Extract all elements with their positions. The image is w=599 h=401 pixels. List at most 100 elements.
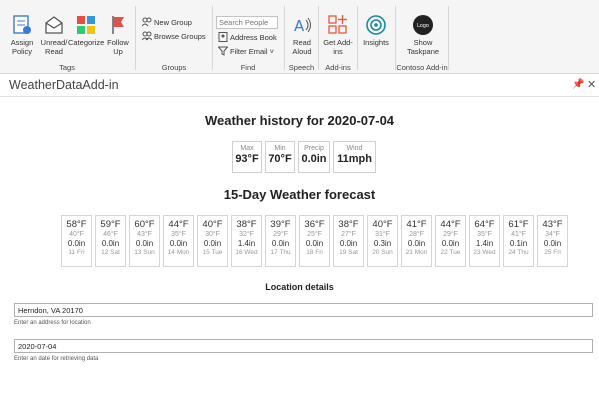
forecast-high-temp: 59°F: [100, 219, 121, 230]
forecast-date: 25 Fri: [544, 249, 561, 256]
forecast-precip: 0.3in: [373, 239, 392, 248]
forecast-day-card: 61°F 41°F 0.1in 24 Thu: [503, 215, 534, 267]
forecast-date: 19 Sat: [339, 249, 358, 256]
address-book-button[interactable]: Address Book: [218, 31, 277, 44]
forecast-low-temp: 28°F: [409, 231, 424, 238]
forecast-precip: 0.0in: [543, 239, 562, 248]
forecast-low-temp: 46°F: [103, 231, 118, 238]
stat-label: Precip: [304, 145, 324, 152]
forecast-low-temp: 35°F: [171, 231, 186, 238]
filter-email-button[interactable]: Filter Email ˅: [218, 45, 274, 58]
stat-max: Max 93°F: [232, 141, 262, 173]
read-aloud-icon: A: [294, 17, 311, 35]
follow-up-button[interactable]: Follow Up: [104, 14, 132, 56]
speech-group: A Read Aloud Speech: [285, 0, 318, 74]
stat-value: 70°F: [268, 153, 292, 165]
forecast-low-temp: 31°F: [375, 231, 390, 238]
forecast-low-temp: 27°F: [341, 231, 356, 238]
forecast-high-temp: 39°F: [270, 219, 291, 230]
forecast-precip: 0.0in: [135, 239, 154, 248]
stat-precip: Precip 0.0in: [298, 141, 330, 173]
forecast-high-temp: 43°F: [542, 219, 563, 230]
forecast-day-card: 36°F 25°F 0.0in 18 Fri: [299, 215, 330, 267]
forecast-high-temp: 38°F: [236, 219, 257, 230]
follow-up-label: Follow Up: [107, 38, 129, 56]
forecast-low-temp: 35°F: [477, 231, 492, 238]
search-people-input[interactable]: [216, 16, 278, 29]
new-group-button[interactable]: New Group: [142, 16, 192, 29]
logo-text: Logo: [417, 23, 429, 29]
categorize-button[interactable]: Categorize: [68, 14, 104, 47]
forecast-high-temp: 58°F: [66, 219, 87, 230]
forecast-date: 16 Wed: [235, 249, 258, 256]
forecast-low-temp: 43°F: [137, 231, 152, 238]
stat-label: Min: [274, 145, 286, 152]
forecast-date: 13 Sun: [134, 249, 155, 256]
stat-label: Wind: [346, 145, 363, 152]
forecast-day-card: 60°F 43°F 0.0in 13 Sun: [129, 215, 160, 267]
taskpane-content: Weather history for 2020-07-04 Max 93°F …: [0, 96, 599, 401]
forecast-low-temp: 32°F: [239, 231, 254, 238]
filter-icon: [218, 46, 228, 56]
forecast-title: 15-Day Weather forecast: [223, 187, 376, 202]
address-input[interactable]: [14, 303, 593, 317]
forecast-day-card: 44°F 35°F 0.0in 14 Mon: [163, 215, 194, 267]
location-title: Location details: [265, 282, 334, 292]
insights-button[interactable]: Insights: [358, 14, 394, 47]
unread-read-button[interactable]: Unread/ Read: [38, 14, 70, 56]
addins-group-label: Add-ins: [325, 63, 351, 72]
get-addins-icon: [328, 15, 347, 34]
forecast-date: 23 Wed: [473, 249, 496, 256]
forecast-date: 15 Tue: [202, 249, 223, 256]
contoso-group: Logo Show Taskpane Contoso Add-in: [396, 0, 448, 74]
forecast-high-temp: 41°F: [406, 219, 427, 230]
forecast-date: 14 Mon: [167, 249, 190, 256]
forecast-high-temp: 44°F: [168, 219, 189, 230]
stat-value: 11mph: [337, 153, 372, 165]
forecast-day-card: 41°F 28°F 0.0in 21 Mon: [401, 215, 432, 267]
taskpane-title: WeatherDataAdd-in: [9, 78, 119, 92]
assign-policy-button[interactable]: Assign Policy: [6, 14, 38, 56]
address-hint: Enter an address for location: [14, 320, 91, 326]
assign-policy-label: Assign Policy: [10, 38, 34, 56]
ribbon-separator: [448, 6, 449, 70]
pin-icon[interactable]: 📌: [572, 79, 584, 90]
date-input[interactable]: [14, 339, 593, 353]
show-taskpane-button[interactable]: Logo Show Taskpane: [400, 14, 446, 56]
forecast-date: 21 Mon: [405, 249, 428, 256]
forecast-day-card: 39°F 29°F 0.0in 17 Thu: [265, 215, 296, 267]
forecast-high-temp: 36°F: [304, 219, 325, 230]
forecast-day-card: 40°F 30°F 0.0in 15 Tue: [197, 215, 228, 267]
forecast-precip: 0.0in: [169, 239, 188, 248]
ribbon: Assign Policy Unread/ Read Categorize Fo…: [0, 0, 599, 74]
forecast-high-temp: 38°F: [338, 219, 359, 230]
close-icon[interactable]: ✕: [587, 78, 596, 91]
filter-email-label: Filter Email: [230, 47, 268, 56]
forecast-date: 22 Tue: [440, 249, 461, 256]
categorize-label: Categorize: [68, 38, 105, 47]
forecast-precip: 0.0in: [67, 239, 86, 248]
show-taskpane-label: Show Taskpane: [406, 38, 440, 56]
tags-group: Assign Policy Unread/ Read Categorize Fo…: [0, 0, 134, 74]
get-addins-label: Get Add-ins: [323, 38, 353, 56]
read-aloud-button[interactable]: A Read Aloud: [287, 14, 317, 56]
forecast-day-card: 64°F 35°F 1.4in 23 Wed: [469, 215, 500, 267]
browse-groups-button[interactable]: Browse Groups: [142, 30, 206, 43]
address-book-label: Address Book: [230, 33, 277, 42]
svg-text:A: A: [294, 17, 305, 35]
address-book-icon: [218, 32, 228, 42]
browse-groups-label: Browse Groups: [154, 32, 206, 41]
forecast-day-card: 38°F 27°F 0.0in 19 Sat: [333, 215, 364, 267]
assign-policy-icon: [13, 15, 31, 34]
forecast-low-temp: 34°F: [545, 231, 560, 238]
chevron-down-icon: ˅: [267, 47, 274, 56]
envelope-icon: [45, 16, 63, 34]
forecast-precip: 0.0in: [339, 239, 358, 248]
get-addins-button[interactable]: Get Add-ins: [322, 14, 354, 56]
forecast-date: 17 Thu: [270, 249, 291, 256]
flag-icon: [112, 16, 124, 34]
unread-read-label: Unread/ Read: [40, 38, 68, 56]
forecast-high-temp: 40°F: [202, 219, 223, 230]
forecast-day-card: 43°F 34°F 0.0in 25 Fri: [537, 215, 568, 267]
new-group-label: New Group: [154, 18, 192, 27]
